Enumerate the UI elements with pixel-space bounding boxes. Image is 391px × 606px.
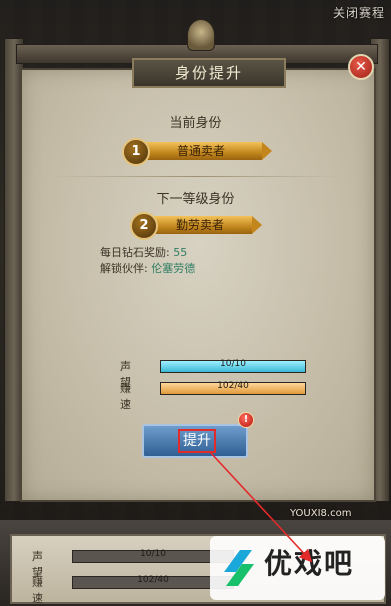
next-rank-name: 勤劳卖者 xyxy=(148,216,262,234)
current-rank-name: 普通卖者 xyxy=(140,142,272,160)
top-right-label[interactable]: 关闭赛程 xyxy=(333,4,385,21)
alert-badge-icon: ! xyxy=(238,412,254,428)
unlock-partner: 解锁伙伴: 伦塞劳德 xyxy=(100,260,195,276)
unlock-partner-value: 伦塞劳德 xyxy=(151,262,196,275)
section-divider xyxy=(50,176,340,177)
unlock-partner-label: 解锁伙伴: xyxy=(100,262,148,275)
daily-diamond-value: 55 xyxy=(173,246,188,259)
current-rank-heading: 当前身份 xyxy=(169,116,222,131)
daily-diamond-reward: 每日钻石奖励: 55 xyxy=(100,244,187,260)
reputation-value: 10/10 xyxy=(220,359,246,369)
watermark-text: 优戏吧 xyxy=(264,547,355,580)
watermark-logo-icon xyxy=(224,550,254,586)
next-rank-heading: 下一等级身份 xyxy=(156,192,235,207)
dialog-title: 身份提升 xyxy=(132,58,286,88)
upgrade-button[interactable]: 提升 xyxy=(142,424,248,458)
current-rank-badge: 1 xyxy=(122,138,150,166)
upgrade-button-label: 提升 xyxy=(178,429,216,453)
close-button[interactable]: ✕ xyxy=(348,54,374,80)
earn-speed-value: 102/40 xyxy=(217,381,249,391)
next-rank-badge: 2 xyxy=(130,212,158,240)
bottom-earn-speed-label: 赚速 xyxy=(32,576,43,605)
crest-ornament-icon xyxy=(187,19,215,51)
daily-diamond-label: 每日钻石奖励: xyxy=(100,246,170,259)
watermark-url: YOUXI8.com xyxy=(290,508,352,519)
watermark: 优戏吧 xyxy=(210,536,385,600)
earn-speed-label: 赚速 xyxy=(120,382,131,411)
